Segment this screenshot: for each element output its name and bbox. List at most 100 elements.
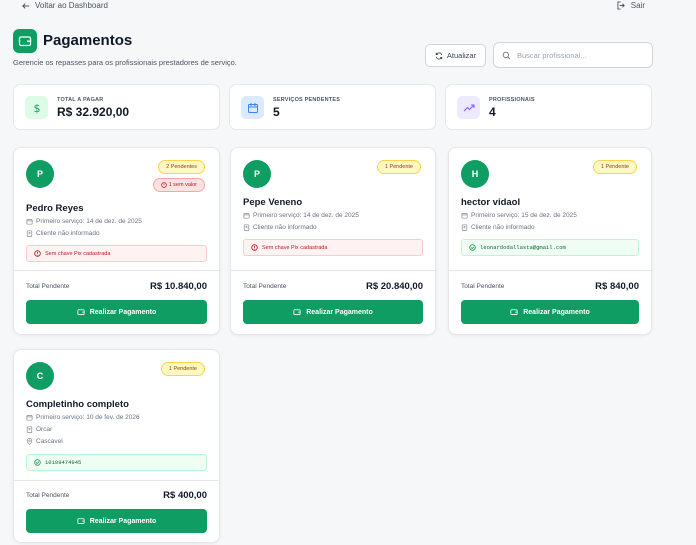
client-text: Cliente não informado [253, 224, 317, 231]
pix-text: Sem chave Pix cadastrada [45, 250, 111, 257]
stat-value: 4 [489, 105, 496, 119]
stat-label: SERVIÇOS PENDENTES [273, 97, 341, 103]
total-label: Total Pendente [461, 283, 505, 290]
client-text: Cliente não informado [471, 224, 535, 231]
total-value: R$ 840,00 [595, 281, 639, 292]
stat-value: R$ 32.920,00 [57, 105, 130, 119]
avatar: P [26, 160, 54, 188]
client-text: Orcar [36, 426, 53, 433]
pay-button[interactable]: Realizar Pagamento [461, 300, 639, 324]
arrow-left-icon [22, 2, 30, 9]
divider [449, 270, 651, 271]
location-text: Cascavel [36, 438, 63, 445]
no-value-badge: 1 sem valor [152, 178, 205, 192]
stat-label: TOTAL A PAGAR [57, 97, 104, 103]
alert-icon [251, 244, 258, 251]
building-icon [243, 224, 250, 231]
first-service: Primeiro serviço: 10 de fev. de 2026 [26, 414, 140, 421]
logout-label: Sair [630, 1, 645, 10]
svg-text:$: $ [33, 102, 40, 114]
first-service: Primeiro serviço: 15 de dez. de 2025 [461, 212, 577, 219]
professional-name: Pepe Veneno [243, 197, 303, 208]
total-label: Total Pendente [26, 283, 70, 290]
divider [14, 270, 219, 271]
pix-status: Sem chave Pix cadastrada [26, 245, 207, 262]
first-service-text: Primeiro serviço: 15 de dez. de 2025 [471, 212, 577, 219]
first-service: Primeiro serviço: 14 de dez. de 2025 [243, 212, 359, 219]
pay-button[interactable]: Realizar Pagamento [26, 509, 207, 533]
logout-button[interactable]: Sair [617, 1, 645, 10]
search-icon [502, 51, 511, 59]
pay-button[interactable]: Realizar Pagamento [243, 300, 423, 324]
professional-card: P 2 Pendentes 1 sem valor Pedro Reyes Pr… [13, 147, 220, 335]
alert-icon [160, 182, 167, 188]
professional-name: Completinho completo [26, 399, 129, 410]
check-circle-icon [34, 459, 41, 466]
building-icon [461, 224, 468, 231]
stat-card-professionals: PROFISSIONAIS 4 [445, 84, 652, 130]
building-icon [26, 426, 33, 433]
divider [231, 270, 435, 271]
alert-icon [34, 250, 41, 257]
total-label: Total Pendente [243, 283, 287, 290]
search-box [493, 42, 653, 68]
wallet-icon [77, 518, 85, 524]
pix-text: Sem chave Pix cadastrada [262, 244, 328, 251]
first-service-text: Primeiro serviço: 10 de fev. de 2026 [36, 414, 140, 421]
back-to-dashboard-link[interactable]: Voltar ao Dashboard [22, 1, 108, 10]
client-info: Cliente não informado [243, 224, 317, 231]
check-circle-icon [469, 244, 476, 251]
stat-card-total: $ TOTAL A PAGAR R$ 32.920,00 [13, 84, 220, 130]
calendar-icon [26, 415, 33, 421]
pix-status: Sem chave Pix cadastrada [243, 239, 423, 256]
pending-badge: 1 Pendente [376, 160, 421, 174]
page-subtitle: Gerencie os repasses para os profissiona… [13, 58, 237, 67]
pending-badge: 2 Pendentes [158, 160, 205, 174]
client-info: Orcar [26, 426, 52, 433]
wallet-icon [77, 309, 85, 315]
pending-badge: 1 Pendente [160, 362, 205, 376]
client-info: Cliente não informado [461, 224, 535, 231]
professional-card: P 1 Pendente Pepe Veneno Primeiro serviç… [230, 147, 436, 335]
first-service-text: Primeiro serviço: 14 de dez. de 2025 [36, 218, 142, 225]
pix-text: leonardodallasta@gmail.com [480, 244, 566, 251]
total-label: Total Pendente [26, 492, 70, 499]
first-service: Primeiro serviço: 14 de dez. de 2025 [26, 218, 142, 225]
map-pin-icon [26, 438, 33, 445]
professional-name: Pedro Reyes [26, 203, 84, 214]
pay-label: Realizar Pagamento [89, 517, 157, 525]
top-bar: Voltar ao Dashboard Sair [0, 0, 696, 14]
trending-up-icon [457, 96, 480, 119]
pay-label: Realizar Pagamento [89, 308, 157, 316]
location-info: Cascavel [26, 438, 63, 445]
pay-label: Realizar Pagamento [523, 308, 590, 316]
search-input[interactable] [517, 50, 647, 60]
refresh-button[interactable]: Atualizar [425, 44, 486, 67]
avatar: H [461, 160, 489, 188]
client-info: Cliente não informado [26, 230, 100, 237]
client-text: Cliente não informado [36, 230, 100, 237]
total-value: R$ 400,00 [163, 490, 207, 501]
wallet-icon [13, 29, 37, 53]
stat-label: PROFISSIONAIS [489, 97, 535, 103]
no-value-label: 1 sem valor [168, 182, 197, 188]
professional-card: H 1 Pendente hector vidaol Primeiro serv… [448, 147, 652, 335]
professional-name: hector vidaol [461, 197, 521, 208]
pix-text: 10109474945 [45, 459, 82, 466]
calendar-icon [26, 219, 33, 225]
divider [14, 480, 219, 481]
wallet-icon [510, 309, 518, 315]
building-icon [26, 230, 33, 237]
page-title: Pagamentos [43, 32, 133, 49]
total-value: R$ 20.840,00 [365, 281, 423, 292]
pay-button[interactable]: Realizar Pagamento [26, 300, 207, 324]
calendar-icon [461, 213, 468, 219]
dollar-icon: $ [25, 96, 48, 119]
pay-label: Realizar Pagamento [306, 308, 373, 316]
wallet-icon [293, 309, 301, 315]
calendar-icon [241, 96, 264, 119]
refresh-label: Atualizar [446, 51, 477, 60]
first-service-text: Primeiro serviço: 14 de dez. de 2025 [253, 212, 359, 219]
pix-key: leonardodallasta@gmail.com [461, 239, 639, 256]
pending-badge: 1 Pendente [592, 160, 637, 174]
